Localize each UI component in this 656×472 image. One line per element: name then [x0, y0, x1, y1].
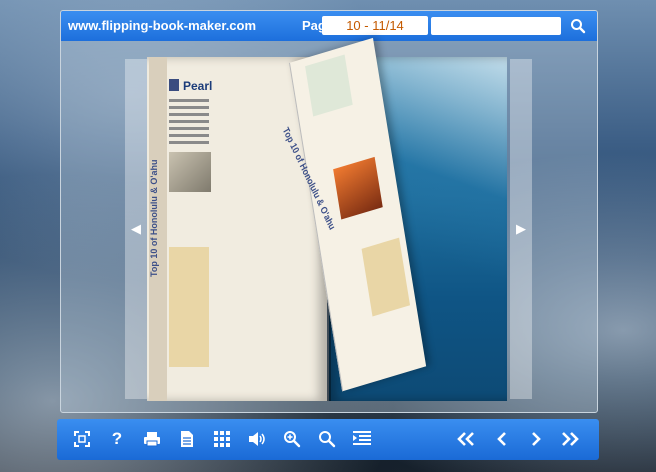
thumbnails-icon — [214, 431, 230, 447]
last-page-icon — [562, 432, 579, 446]
left-page-photo — [169, 152, 211, 192]
previous-page-strip[interactable]: ◀ — [125, 59, 147, 399]
print-icon — [144, 432, 160, 447]
next-page-strip[interactable]: ▶ — [510, 59, 532, 399]
previous-page-icon — [497, 432, 506, 446]
left-page-side-title: Top 10 of Honolulu & O'ahu — [149, 159, 159, 277]
turning-page-map — [305, 54, 353, 117]
next-page-icon — [532, 432, 541, 446]
left-page-text — [169, 99, 209, 148]
turning-page-photo — [333, 156, 383, 220]
book-viewer-frame: www.flipping-book-maker.com Pages: 10 - … — [60, 10, 598, 413]
table-of-contents-button[interactable] — [351, 428, 373, 450]
search-icon — [571, 19, 586, 34]
site-title: www.flipping-book-maker.com — [68, 18, 257, 33]
left-page-sidebar-box — [169, 247, 209, 367]
previous-page-button[interactable] — [491, 428, 513, 450]
help-icon: ? — [111, 429, 123, 448]
page-number-field[interactable]: 10 - 11/14 — [322, 16, 428, 35]
fullscreen-button[interactable] — [71, 428, 93, 450]
search-tool-button[interactable] — [316, 428, 338, 450]
section-badge — [169, 79, 179, 91]
left-page-heading: Pearl — [183, 79, 213, 93]
pages-button[interactable] — [176, 428, 198, 450]
search-icon — [319, 431, 336, 448]
first-page-icon — [457, 432, 474, 446]
turning-page-sidebar-box — [361, 237, 411, 317]
top-toolbar: www.flipping-book-maker.com Pages: 10 - … — [61, 11, 597, 41]
first-page-button[interactable] — [455, 428, 477, 450]
next-arrow-icon: ▶ — [516, 221, 526, 236]
table-of-contents-icon — [353, 431, 371, 445]
thumbnails-button[interactable] — [211, 428, 233, 450]
sound-button[interactable] — [246, 428, 268, 450]
book-spread[interactable]: Top 10 of Honolulu & O'ahu Pearl Top 10 … — [147, 37, 510, 401]
sound-icon — [249, 432, 265, 446]
print-button[interactable] — [141, 428, 163, 450]
last-page-button[interactable] — [559, 428, 581, 450]
zoom-in-icon — [284, 431, 301, 448]
previous-arrow-icon: ◀ — [131, 221, 141, 236]
fullscreen-icon — [74, 431, 90, 447]
help-button[interactable]: ? — [106, 428, 128, 450]
search-button[interactable] — [568, 16, 588, 36]
pages-icon — [181, 431, 193, 447]
search-input[interactable] — [431, 17, 561, 35]
next-page-button[interactable] — [525, 428, 547, 450]
zoom-in-button[interactable] — [281, 428, 303, 450]
bottom-toolbar: ? — [57, 419, 599, 460]
